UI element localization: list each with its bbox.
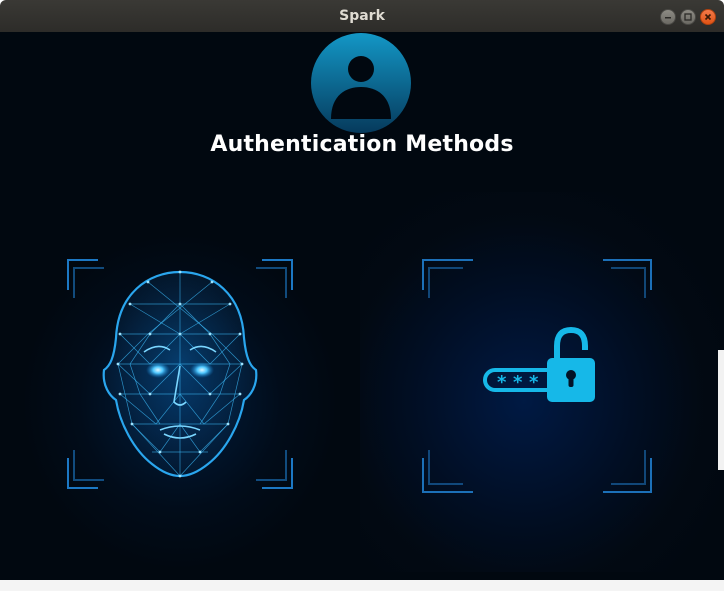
password-option[interactable]: * * * (417, 254, 657, 494)
face-scan-icon (67, 259, 293, 489)
close-icon (704, 13, 712, 21)
main-content: Authentication Methods * * * (0, 32, 724, 591)
close-button[interactable] (700, 9, 716, 25)
title-bar[interactable]: Spark (0, 0, 724, 32)
svg-text:*: * (529, 372, 539, 393)
maximize-icon (684, 13, 692, 21)
app-window: Spark Authentication Methods * * * (0, 0, 724, 591)
page-title: Authentication Methods (210, 132, 514, 157)
face-recognition-option[interactable] (60, 254, 300, 494)
svg-text:*: * (497, 372, 507, 393)
minimize-icon (665, 17, 671, 19)
window-title: Spark (339, 8, 385, 24)
user-avatar-icon (311, 33, 411, 133)
maximize-button[interactable] (680, 9, 696, 25)
background-window-strip (0, 580, 724, 591)
password-lock-icon: * * * (422, 259, 652, 493)
background-window-edge (718, 350, 724, 470)
minimize-button[interactable] (660, 9, 676, 25)
svg-text:*: * (513, 372, 523, 393)
